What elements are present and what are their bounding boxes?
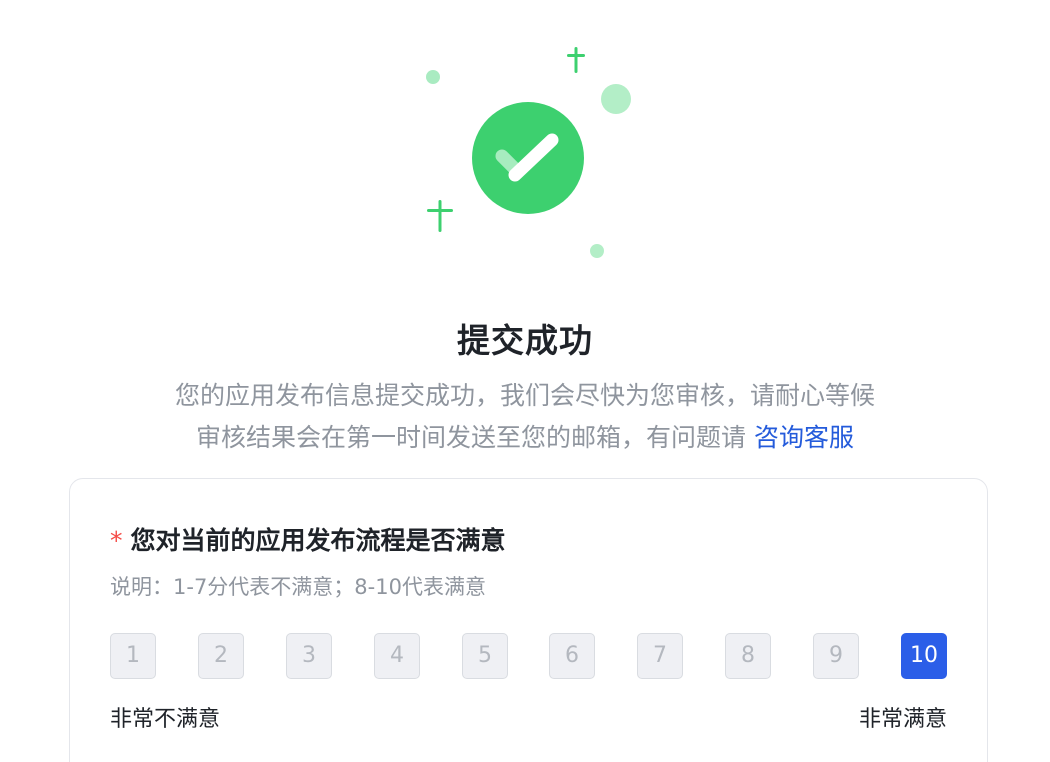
submission-success-page: 提交成功 您的应用发布信息提交成功，我们会尽快为您审核，请耐心等候 审核结果会在… — [0, 0, 1050, 762]
survey-question: * 您对当前的应用发布流程是否满意 — [110, 521, 506, 557]
score-option-4[interactable]: 4 — [374, 633, 420, 679]
decoration-dot — [590, 244, 604, 258]
satisfaction-survey-card: * 您对当前的应用发布流程是否满意 说明：1-7分代表不满意；8-10代表满意 1… — [69, 478, 988, 762]
decoration-dot — [601, 84, 631, 114]
description-line: 审核结果会在第一时间发送至您的邮箱，有问题请 咨询客服 — [0, 418, 1050, 454]
label-very-unsatisfied: 非常不满意 — [110, 707, 221, 732]
survey-question-text: 您对当前的应用发布流程是否满意 — [130, 526, 506, 555]
score-option-1[interactable]: 1 — [110, 633, 156, 679]
decoration-dot — [426, 70, 440, 84]
score-option-6[interactable]: 6 — [549, 633, 595, 679]
score-option-5[interactable]: 5 — [462, 633, 508, 679]
description-text: 审核结果会在第一时间发送至您的邮箱，有问题请 — [196, 423, 747, 452]
score-option-9[interactable]: 9 — [813, 633, 859, 679]
required-mark: * — [110, 526, 123, 555]
score-option-7[interactable]: 7 — [637, 633, 683, 679]
score-option-8[interactable]: 8 — [725, 633, 771, 679]
sparkle-plus-icon — [427, 200, 453, 236]
score-option-3[interactable]: 3 — [286, 633, 332, 679]
contact-support-link[interactable]: 咨询客服 — [754, 423, 854, 452]
sparkle-plus-icon — [567, 47, 585, 77]
description-line: 您的应用发布信息提交成功，我们会尽快为您审核，请耐心等候 — [174, 381, 875, 410]
survey-note: 说明：1-7分代表不满意；8-10代表满意 — [110, 575, 486, 599]
label-very-satisfied: 非常满意 — [858, 707, 947, 732]
score-selector: 1 2 3 4 5 6 7 8 9 10 — [110, 633, 947, 681]
page-title: 提交成功 — [457, 321, 593, 360]
success-check-icon — [472, 102, 584, 214]
score-option-2[interactable]: 2 — [198, 633, 244, 679]
success-illustration — [0, 0, 1050, 300]
score-option-10[interactable]: 10 — [901, 633, 947, 679]
